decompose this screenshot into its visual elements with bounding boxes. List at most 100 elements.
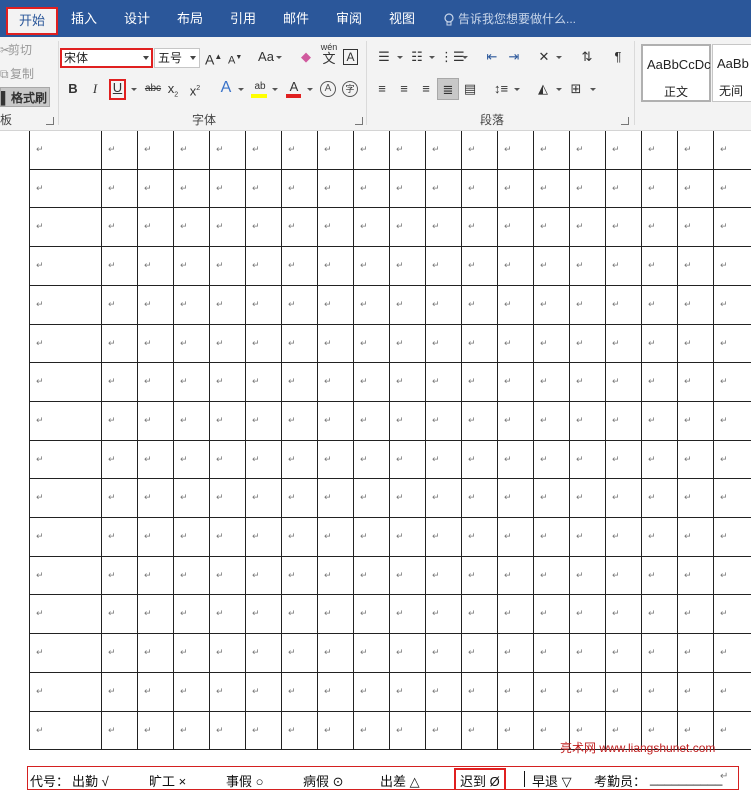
table-cell-mark[interactable]: ↵	[432, 416, 440, 426]
table-cell-mark[interactable]: ↵	[216, 455, 224, 465]
table-cell-mark[interactable]: ↵	[612, 609, 620, 619]
table-cell-mark[interactable]: ↵	[252, 416, 260, 426]
table-cell-mark[interactable]: ↵	[396, 648, 404, 658]
table-cell-mark[interactable]: ↵	[504, 222, 512, 232]
increase-indent-button[interactable]: ⇥	[504, 48, 524, 66]
table-cell-mark[interactable]: ↵	[324, 726, 332, 736]
table-cell-mark[interactable]: ↵	[684, 339, 692, 349]
table-cell-mark[interactable]: ↵	[216, 222, 224, 232]
table-cell-mark[interactable]: ↵	[504, 571, 512, 581]
table-cell-mark[interactable]: ↵	[252, 455, 260, 465]
table-cell-mark[interactable]: ↵	[576, 222, 584, 232]
strikethrough-button[interactable]: abc	[144, 80, 162, 98]
table-cell-mark[interactable]: ↵	[288, 145, 296, 155]
table-cell-mark[interactable]: ↵	[216, 339, 224, 349]
table-cell-mark[interactable]: ↵	[180, 493, 188, 503]
table-cell-mark[interactable]: ↵	[576, 571, 584, 581]
table-cell-mark[interactable]: ↵	[324, 261, 332, 271]
table-cell-mark[interactable]: ↵	[252, 687, 260, 697]
table-cell-mark[interactable]: ↵	[108, 532, 116, 542]
table-cell-mark[interactable]: ↵	[216, 377, 224, 387]
table-cell-mark[interactable]: ↵	[648, 261, 656, 271]
tab-mailings[interactable]: 邮件	[276, 8, 316, 30]
font-launcher-icon[interactable]	[355, 117, 363, 125]
shrink-font-button[interactable]: A▼	[228, 49, 242, 70]
table-cell-mark[interactable]: ↵	[360, 222, 368, 232]
table-cell-mark[interactable]: ↵	[576, 726, 584, 736]
table-cell-mark[interactable]: ↵	[684, 300, 692, 310]
table-cell-mark[interactable]: ↵	[216, 609, 224, 619]
table-cell-mark[interactable]: ↵	[396, 687, 404, 697]
table-cell-mark[interactable]: ↵	[360, 455, 368, 465]
table-cell-mark[interactable]: ↵	[288, 377, 296, 387]
table-cell-mark[interactable]: ↵	[36, 648, 44, 658]
table-cell-mark[interactable]: ↵	[612, 300, 620, 310]
table-cell-mark[interactable]: ↵	[576, 493, 584, 503]
table-cell-mark[interactable]: ↵	[504, 687, 512, 697]
table-cell-mark[interactable]: ↵	[252, 532, 260, 542]
table-cell-mark[interactable]: ↵	[684, 609, 692, 619]
table-cell-mark[interactable]: ↵	[360, 687, 368, 697]
tab-references[interactable]: 引用	[223, 8, 263, 30]
table-cell-mark[interactable]: ↵	[180, 532, 188, 542]
tab-review[interactable]: 审阅	[329, 8, 369, 30]
table-cell-mark[interactable]: ↵	[252, 261, 260, 271]
format-painter-button[interactable]: ▌格式刷	[0, 87, 50, 107]
table-cell-mark[interactable]: ↵	[432, 184, 440, 194]
table-cell-mark[interactable]: ↵	[360, 416, 368, 426]
table-cell-mark[interactable]: ↵	[360, 339, 368, 349]
table-cell-mark[interactable]: ↵	[108, 571, 116, 581]
table-cell-mark[interactable]: ↵	[720, 532, 728, 542]
table-cell-mark[interactable]: ↵	[576, 300, 584, 310]
table-cell-mark[interactable]: ↵	[108, 184, 116, 194]
table-cell-mark[interactable]: ↵	[252, 377, 260, 387]
table-cell-mark[interactable]: ↵	[288, 493, 296, 503]
table-cell-mark[interactable]: ↵	[684, 571, 692, 581]
table-cell-mark[interactable]: ↵	[396, 261, 404, 271]
character-shading-button[interactable]: A	[320, 81, 336, 97]
table-cell-mark[interactable]: ↵	[720, 184, 728, 194]
table-cell-mark[interactable]: ↵	[324, 416, 332, 426]
table-cell-mark[interactable]: ↵	[324, 648, 332, 658]
table-cell-mark[interactable]: ↵	[612, 726, 620, 736]
table-cell-mark[interactable]: ↵	[36, 455, 44, 465]
tell-me-box[interactable]: 告诉我您想要做什么...	[444, 8, 576, 30]
table-cell-mark[interactable]: ↵	[360, 532, 368, 542]
table-cell-mark[interactable]: ↵	[720, 648, 728, 658]
table-cell-mark[interactable]: ↵	[504, 532, 512, 542]
table-cell-mark[interactable]: ↵	[396, 609, 404, 619]
table-cell-mark[interactable]: ↵	[540, 687, 548, 697]
table-cell-mark[interactable]: ↵	[504, 726, 512, 736]
distributed-button[interactable]: ▤	[462, 80, 478, 98]
table-cell-mark[interactable]: ↵	[108, 222, 116, 232]
clear-formatting-button[interactable]: ◆	[298, 48, 314, 66]
table-cell-mark[interactable]: ↵	[216, 648, 224, 658]
table-cell-mark[interactable]: ↵	[396, 377, 404, 387]
table-cell-mark[interactable]: ↵	[252, 571, 260, 581]
table-cell-mark[interactable]: ↵	[288, 726, 296, 736]
table-cell-mark[interactable]: ↵	[612, 222, 620, 232]
table-cell-mark[interactable]: ↵	[468, 261, 476, 271]
change-case-button[interactable]: Aa	[256, 48, 276, 66]
table-cell-mark[interactable]: ↵	[360, 145, 368, 155]
table-cell-mark[interactable]: ↵	[432, 261, 440, 271]
subscript-button[interactable]: x2	[166, 80, 180, 105]
table-cell-mark[interactable]: ↵	[144, 222, 152, 232]
table-cell-mark[interactable]: ↵	[216, 261, 224, 271]
table-cell-mark[interactable]: ↵	[324, 300, 332, 310]
table-cell-mark[interactable]: ↵	[144, 648, 152, 658]
table-cell-mark[interactable]: ↵	[468, 377, 476, 387]
table-cell-mark[interactable]: ↵	[324, 184, 332, 194]
table-cell-mark[interactable]: ↵	[324, 145, 332, 155]
table-cell-mark[interactable]: ↵	[288, 416, 296, 426]
table-cell-mark[interactable]: ↵	[432, 571, 440, 581]
table-cell-mark[interactable]: ↵	[396, 416, 404, 426]
table-cell-mark[interactable]: ↵	[396, 455, 404, 465]
decrease-indent-button[interactable]: ⇤	[482, 48, 502, 66]
table-cell-mark[interactable]: ↵	[252, 339, 260, 349]
table-cell-mark[interactable]: ↵	[468, 609, 476, 619]
table-cell-mark[interactable]: ↵	[144, 261, 152, 271]
table-cell-mark[interactable]: ↵	[504, 300, 512, 310]
table-cell-mark[interactable]: ↵	[720, 609, 728, 619]
table-cell-mark[interactable]: ↵	[216, 532, 224, 542]
